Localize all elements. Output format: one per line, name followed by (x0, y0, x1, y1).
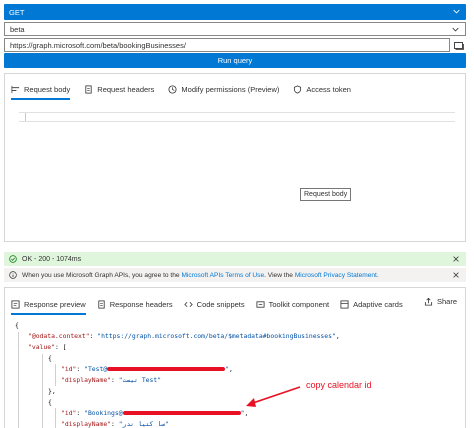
toolkit-icon (256, 300, 265, 308)
json-value: "Test@ (84, 365, 108, 373)
json-key: "value" (28, 343, 55, 351)
method-value: GET (9, 7, 25, 17)
chevron-down-icon (452, 27, 459, 32)
tab-label: Adaptive cards (353, 299, 403, 309)
json-brace: { (15, 321, 19, 329)
chevron-down-icon (453, 9, 460, 14)
tab-label: Modify permissions (Preview) (181, 84, 280, 94)
json-brace: { (48, 398, 52, 406)
share-icon (424, 297, 433, 306)
json-value: "تیست Test" (118, 376, 162, 384)
terms-mid: . View the (264, 271, 295, 279)
json-brace: }, (48, 387, 56, 395)
json-line: "displayName": "سا کتیا ندر" (61, 420, 169, 428)
json-value: "Bookings@ (84, 409, 123, 417)
privacy-statement-link[interactable]: Microsoft Privacy Statement (295, 272, 377, 279)
json-line: "displayName": "تیست Test" (61, 376, 162, 384)
url-value: https://graph.microsoft.com/beta/booking… (10, 40, 186, 50)
json-line: { (15, 320, 19, 331)
version-dropdown[interactable]: beta (4, 22, 466, 36)
tab-label: Code snippets (196, 299, 245, 309)
tab-label: Response preview (24, 299, 86, 309)
check-circle-icon (9, 255, 17, 263)
version-value: beta (10, 24, 25, 34)
json-key: "id" (61, 365, 77, 373)
json-key: "@odata.context" (28, 332, 90, 340)
terms-suffix: . (376, 271, 379, 279)
share-label: Share (436, 297, 457, 306)
status-text: OK - 200 - 1074ms (22, 255, 82, 263)
tab-label: Request headers (97, 84, 155, 94)
json-line: }, (48, 386, 56, 397)
request-body-icon (11, 85, 20, 93)
tab-request-body[interactable]: Request body (11, 82, 71, 100)
json-value: "سا کتیا ندر" (118, 420, 169, 428)
editor-gutter (25, 113, 26, 121)
close-icon[interactable] (452, 255, 460, 263)
json-key: "displayName" (61, 420, 112, 428)
indent-guide (18, 332, 19, 428)
json-line: "value": [ (28, 343, 67, 351)
run-query-button[interactable]: Run query (4, 53, 466, 68)
tab-label: Response headers (109, 299, 173, 309)
status-success-bar: OK - 200 - 1074ms (4, 252, 466, 266)
tab-request-headers[interactable]: Request headers (84, 82, 154, 96)
tab-adaptive-cards[interactable]: Adaptive cards (340, 297, 403, 311)
share-button[interactable]: Share (424, 297, 457, 306)
terms-info-bar: When you use Microsoft Graph APIs, you a… (4, 268, 466, 282)
tab-response-headers[interactable]: Response headers (97, 297, 173, 311)
redaction-mark (122, 411, 241, 415)
response-preview-icon (11, 299, 20, 309)
info-icon (9, 271, 17, 279)
code-icon (183, 301, 193, 307)
response-panel: Response preview Response headers Code s… (4, 287, 466, 428)
json-bracket: [ (62, 343, 67, 351)
request-tabs: Request body Request headers Modify perm… (11, 82, 351, 100)
tab-response-preview[interactable]: Response preview (11, 297, 86, 315)
method-dropdown[interactable]: GET (4, 4, 466, 20)
terms-of-use-link[interactable]: Microsoft APIs Terms of Use (181, 272, 264, 279)
json-line: { (48, 397, 52, 408)
document-icon (85, 84, 92, 94)
clock-icon (168, 84, 177, 94)
annotation-text: copy calendar id (306, 380, 372, 390)
request-body-tooltip: Request body (300, 188, 352, 201)
run-query-label: Run query (217, 56, 253, 65)
shield-icon (294, 84, 302, 94)
response-json-viewer[interactable]: { "@odata.context": "https://graph.micro… (15, 320, 463, 428)
indent-guide (55, 408, 56, 428)
close-icon[interactable] (452, 271, 460, 279)
tab-label: Request body (24, 84, 71, 94)
terms-text: When you use Microsoft Graph APIs, you a… (22, 272, 379, 279)
tab-toolkit-component[interactable]: Toolkit component (256, 297, 329, 311)
json-line: "id": "Test@ ", (61, 365, 233, 373)
share-query-icon[interactable] (451, 38, 466, 52)
json-line: { (48, 353, 52, 364)
tab-modify-permissions[interactable]: Modify permissions (Preview) (168, 82, 279, 96)
request-body-editor[interactable] (19, 112, 455, 122)
tab-access-token[interactable]: Access token (293, 82, 351, 96)
indent-guide (55, 364, 56, 386)
json-value: "https://graph.microsoft.com/beta/$metad… (97, 332, 336, 340)
json-line: "@odata.context": "https://graph.microso… (28, 332, 340, 340)
tab-label: Access token (306, 84, 351, 94)
document-icon (98, 299, 105, 309)
request-panel: Request body Request headers Modify perm… (4, 73, 466, 242)
terms-prefix: When you use Microsoft Graph APIs, you a… (22, 271, 182, 279)
json-brace: { (48, 354, 52, 362)
json-key: "id" (61, 409, 77, 417)
json-key: "displayName" (61, 376, 112, 384)
response-tabs: Response preview Response headers Code s… (11, 297, 403, 315)
tab-code-snippets[interactable]: Code snippets (183, 297, 245, 311)
url-input[interactable]: https://graph.microsoft.com/beta/booking… (4, 38, 450, 52)
redaction-mark (107, 367, 226, 371)
tab-label: Toolkit component (268, 299, 330, 309)
annotation-arrow-icon (246, 386, 301, 407)
cards-icon (340, 299, 349, 309)
indent-guide (42, 354, 43, 428)
json-line: "id": "Bookings@ ", (61, 409, 249, 417)
